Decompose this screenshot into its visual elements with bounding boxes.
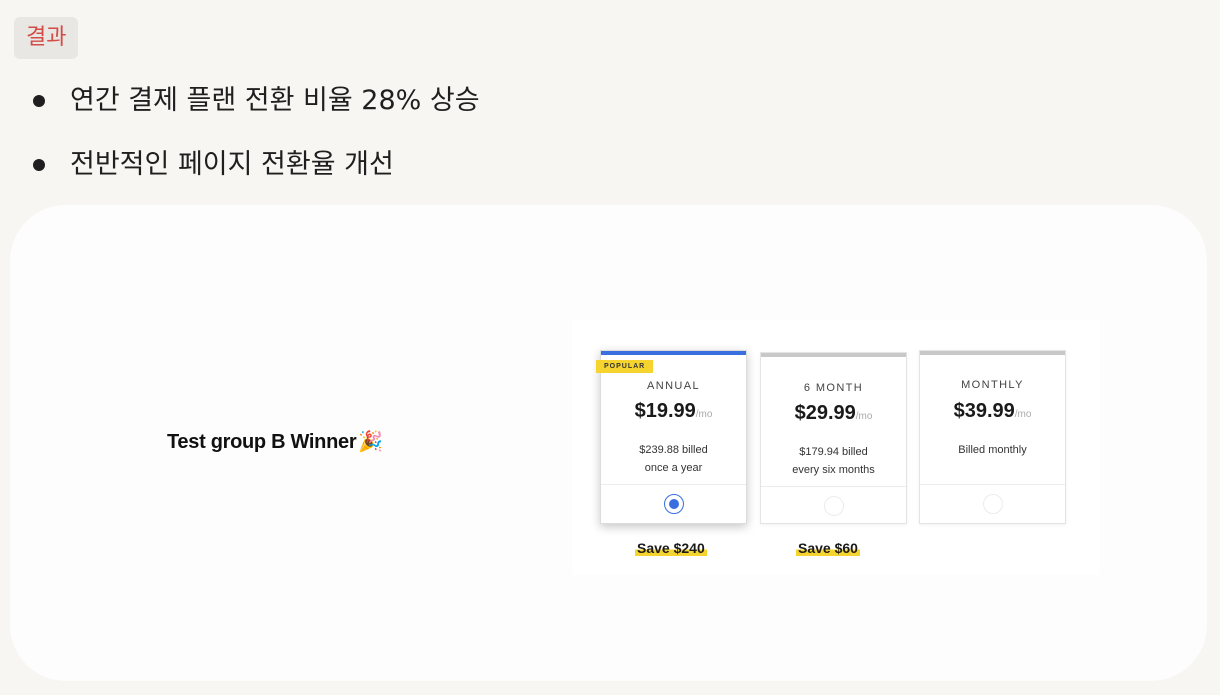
plan-accent-bar	[761, 353, 906, 357]
billing-line: Billed monthly	[958, 444, 1027, 456]
bullet-icon	[33, 159, 45, 171]
pricing-panel: POPULAR ANNUAL $19.99/mo $239.88 billed …	[572, 320, 1100, 575]
section-tag: 결과	[14, 17, 79, 59]
plan-radio-selected[interactable]	[663, 494, 684, 514]
result-image-card: Test group B Winner 🎉 POPULAR ANNUAL $19.…	[10, 205, 1207, 681]
plan-radio[interactable]	[823, 496, 844, 516]
plan-price: $19.99/mo	[601, 400, 746, 423]
price-amount: $39.99	[953, 400, 1015, 422]
plan-card-6-month[interactable]: 6 MONTH $29.99/mo $179.94 billed every s…	[760, 352, 907, 524]
popular-badge: POPULAR	[596, 360, 654, 373]
plan-billing: $239.88 billed once a year	[601, 441, 746, 477]
result-bullet-list: 연간 결제 플랜 전환 비율 28% 상승 전반적인 페이지 전환율 개선	[30, 80, 480, 208]
billing-line: $239.88 billed	[639, 444, 708, 456]
plan-billing: Billed monthly	[920, 441, 1065, 459]
plan-divider	[601, 484, 746, 485]
price-amount: $29.99	[794, 402, 856, 424]
billing-line: every six months	[792, 464, 875, 476]
bullet-icon	[33, 95, 45, 107]
plan-radio[interactable]	[982, 494, 1003, 514]
save-label-6-month: Save $60	[796, 540, 860, 556]
plan-card-annual[interactable]: POPULAR ANNUAL $19.99/mo $239.88 billed …	[596, 350, 747, 524]
winner-text: Test group B Winner	[167, 431, 357, 453]
plan-price: $29.99/mo	[761, 402, 906, 425]
price-period: /mo	[695, 409, 713, 420]
plan-accent-bar	[920, 351, 1065, 355]
price-period: /mo	[855, 411, 873, 422]
plan-price: $39.99/mo	[920, 400, 1065, 423]
plan-accent-bar	[601, 351, 746, 355]
plan-name: MONTHLY	[961, 379, 1024, 391]
plan-name: 6 MONTH	[803, 382, 864, 394]
plan-divider	[761, 486, 906, 487]
price-period: /mo	[1014, 409, 1032, 420]
winner-label: Test group B Winner 🎉	[167, 429, 383, 454]
list-item: 연간 결제 플랜 전환 비율 28% 상승	[30, 80, 480, 144]
save-label-annual: Save $240	[635, 540, 707, 556]
billing-line: $179.94 billed	[799, 446, 868, 458]
bullet-text: 전반적인 페이지 전환율 개선	[70, 149, 394, 180]
plan-billing: $179.94 billed every six months	[761, 443, 906, 479]
plan-name: ANNUAL	[646, 380, 701, 392]
bullet-text: 연간 결제 플랜 전환 비율 28% 상승	[70, 85, 480, 116]
plan-card-monthly[interactable]: MONTHLY $39.99/mo Billed monthly	[919, 350, 1066, 524]
party-popper-icon: 🎉	[358, 431, 383, 453]
price-amount: $19.99	[634, 400, 696, 422]
billing-line: once a year	[644, 462, 703, 474]
list-item: 전반적인 페이지 전환율 개선	[30, 144, 480, 208]
plan-divider	[920, 484, 1065, 485]
